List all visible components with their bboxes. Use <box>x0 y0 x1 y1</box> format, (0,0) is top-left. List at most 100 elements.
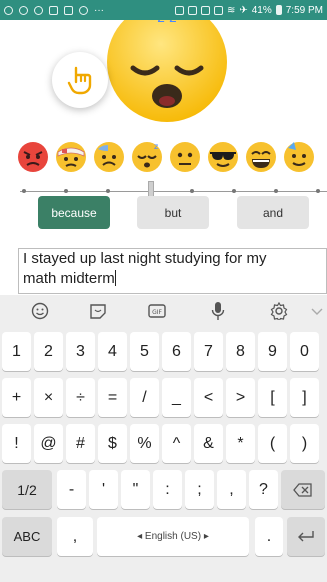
and-button[interactable]: and <box>237 196 309 229</box>
key-asterisk[interactable]: * <box>226 424 255 463</box>
emoji-scale-row: z <box>16 140 327 178</box>
key-6[interactable]: 6 <box>162 332 191 371</box>
text-cursor <box>114 270 116 286</box>
more-icon: ··· <box>94 4 104 16</box>
key-9[interactable]: 9 <box>258 332 287 371</box>
key-8[interactable]: 8 <box>226 332 255 371</box>
collapse-icon[interactable] <box>306 301 327 321</box>
angry-face-icon[interactable] <box>16 140 50 174</box>
gif-label: GIF <box>152 309 162 316</box>
key-3[interactable]: 3 <box>66 332 95 371</box>
neutral-face-icon[interactable] <box>168 140 202 174</box>
nfc-icon <box>200 5 210 15</box>
key-underscore[interactable]: _ <box>162 378 191 417</box>
backspace-key[interactable] <box>281 470 325 509</box>
airplane-icon: ✈ <box>239 4 248 16</box>
slider-tick <box>22 189 26 193</box>
svg-text:z: z <box>154 142 158 151</box>
key-2[interactable]: 2 <box>34 332 63 371</box>
vpn-icon <box>34 5 43 15</box>
grinning-face-icon[interactable] <box>244 140 278 174</box>
key-divide[interactable]: ÷ <box>66 378 95 417</box>
text-line-1: I stayed up last night studying for my <box>23 250 267 267</box>
space-language-label: English (US) <box>144 531 202 542</box>
hand-pointer-icon <box>67 66 92 95</box>
sleepy-emoji-large: z z <box>107 10 227 122</box>
keyboard-toolbar: GIF <box>0 295 327 325</box>
status-bar: ··· ≋ ✈ 41% 7:59 PM <box>0 0 327 20</box>
key-question[interactable]: ? <box>249 470 278 509</box>
language-next-icon: ▸ <box>201 531 209 542</box>
key-7[interactable]: 7 <box>194 332 223 371</box>
key-less-than[interactable]: < <box>194 378 223 417</box>
key-close-paren[interactable]: ) <box>290 424 319 463</box>
sleepy-face-icon[interactable]: z <box>130 140 164 174</box>
battery-icon <box>275 5 282 15</box>
settings-icon[interactable] <box>268 301 290 321</box>
wifi-icon: ≋ <box>226 4 236 16</box>
key-apostrophe[interactable]: ' <box>89 470 118 509</box>
key-equals[interactable]: = <box>98 378 127 417</box>
sentence-text-field[interactable]: I stayed up last night studying for my m… <box>18 248 327 294</box>
gif-icon[interactable]: GIF <box>146 301 168 321</box>
key-open-bracket[interactable]: [ <box>258 378 287 417</box>
slider-tick <box>274 189 278 193</box>
slider-tick <box>64 189 68 193</box>
slider-tick <box>106 189 110 193</box>
key-1[interactable]: 1 <box>2 332 31 371</box>
key-multiply[interactable]: × <box>34 378 63 417</box>
key-comma[interactable]: , <box>57 517 93 556</box>
key-caret[interactable]: ^ <box>162 424 191 463</box>
messenger-icon <box>19 5 28 15</box>
key-greater-than[interactable]: > <box>226 378 255 417</box>
key-close-bracket[interactable]: ] <box>290 378 319 417</box>
head-bandage-face-icon[interactable] <box>54 140 88 174</box>
key-plus[interactable]: + <box>2 378 31 417</box>
abc-mode-key[interactable]: ABC <box>2 517 52 556</box>
key-exclamation[interactable]: ! <box>2 424 31 463</box>
key-0[interactable]: 0 <box>290 332 319 371</box>
key-ampersand[interactable]: & <box>194 424 223 463</box>
slider-tick <box>190 189 194 193</box>
key-semicolon[interactable]: ; <box>185 470 214 509</box>
key-hyphen[interactable]: - <box>57 470 86 509</box>
slider-tick <box>316 189 320 193</box>
language-prev-icon: ◂ <box>137 531 145 542</box>
enter-icon <box>298 530 314 541</box>
space-key[interactable]: ◂ English (US) ▸ <box>97 517 249 556</box>
key-hash[interactable]: # <box>66 424 95 463</box>
sad-sweat-face-icon[interactable] <box>92 140 126 174</box>
text-line-2: math midterm <box>23 270 115 287</box>
sticker-icon[interactable] <box>87 301 109 321</box>
screenshot-icon <box>187 5 197 15</box>
backspace-icon <box>293 482 312 497</box>
key-5[interactable]: 5 <box>130 332 159 371</box>
partying-face-icon[interactable] <box>282 140 316 174</box>
key-dollar[interactable]: $ <box>98 424 127 463</box>
alarm-icon <box>174 5 184 15</box>
key-period[interactable]: . <box>255 517 283 556</box>
but-button[interactable]: but <box>137 196 209 229</box>
slack-icon <box>49 5 58 15</box>
mic-icon[interactable] <box>207 301 229 321</box>
emoji-icon[interactable] <box>29 301 51 321</box>
key-colon[interactable]: : <box>153 470 182 509</box>
key-slash[interactable]: / <box>130 378 159 417</box>
gesture-button[interactable] <box>52 52 108 108</box>
instagram-icon <box>4 5 13 15</box>
key-icon <box>64 5 73 15</box>
key-open-paren[interactable]: ( <box>258 424 287 463</box>
clock: 7:59 PM <box>285 4 323 16</box>
enter-key[interactable] <box>287 517 325 556</box>
battery-percent: 41% <box>251 4 272 16</box>
key-quote[interactable]: " <box>121 470 150 509</box>
key-at[interactable]: @ <box>34 424 63 463</box>
key-percent[interactable]: % <box>130 424 159 463</box>
notification-icons: ··· <box>4 5 104 16</box>
because-button[interactable]: because <box>38 196 110 229</box>
key-4[interactable]: 4 <box>98 332 127 371</box>
sunglasses-face-icon[interactable] <box>206 140 240 174</box>
slider-tick <box>232 189 236 193</box>
symbols-page-key[interactable]: 1/2 <box>2 470 52 509</box>
key-comma-alt[interactable]: , <box>217 470 246 509</box>
